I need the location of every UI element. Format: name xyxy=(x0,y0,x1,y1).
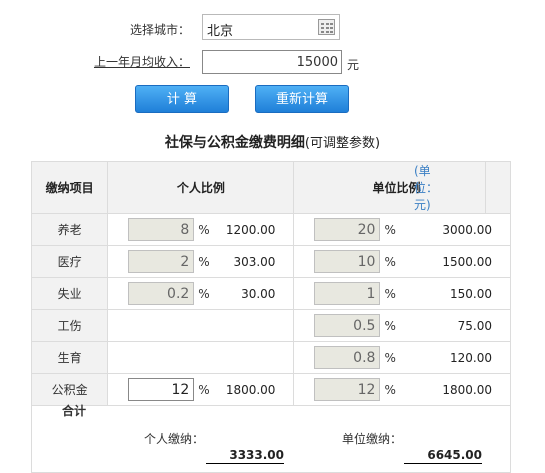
company-percent-sign: % xyxy=(384,383,396,397)
company-amount: 1800.00 xyxy=(442,383,492,397)
table-title-sub: (可调整参数) xyxy=(304,136,381,151)
company-ratio-input: 1 xyxy=(314,282,381,305)
table-row: 生育 0.8% 120.00 xyxy=(30,341,511,374)
personal-total-value: 3333.00 xyxy=(206,448,284,464)
row-item-label: 养老 xyxy=(30,213,109,246)
table-row: 工伤 0.5% 75.00 xyxy=(30,309,511,342)
company-percent-sign: % xyxy=(384,319,396,333)
personal-percent-sign: % xyxy=(198,383,210,397)
row-item-label: 工伤 xyxy=(30,309,109,342)
company-amount: 120.00 xyxy=(450,351,492,365)
personal-amount: 30.00 xyxy=(241,287,276,301)
company-amount: 1500.00 xyxy=(442,255,492,269)
table-title-main: 社保与公积金缴费明细 xyxy=(164,135,305,151)
company-total-label: 单位缴纳： xyxy=(342,432,403,446)
company-ratio-input: 0.5 xyxy=(314,314,381,337)
company-ratio-input: 10 xyxy=(314,250,381,273)
company-amount: 3000.00 xyxy=(442,223,492,237)
personal-amount: 1800.00 xyxy=(225,383,276,397)
company-percent-sign: % xyxy=(384,255,396,269)
header-company: 单位比例 xyxy=(293,161,486,214)
personal-percent-sign: % xyxy=(198,255,210,269)
personal-ratio-input: 0.2 xyxy=(128,282,195,305)
contribution-table: 缴纳项目 个人比例 单位比例 (单位：元) 养老 8% 1200.00 20% 3000… xyxy=(30,161,512,473)
company-amount: 150.00 xyxy=(450,287,492,301)
header-personal: 个人比例 xyxy=(107,161,295,214)
personal-ratio-input: 8 xyxy=(128,218,195,241)
total-row: 合计 个人缴纳： 3333.00 单位缴纳： 6645.00 xyxy=(31,404,511,473)
personal-empty-cell xyxy=(107,341,295,374)
personal-ratio-input[interactable]: 12 xyxy=(128,378,195,401)
total-label: 合计 xyxy=(62,404,87,418)
row-item-label: 公积金 xyxy=(30,373,109,406)
income-label: 上一年月均收入： xyxy=(93,55,190,69)
company-amount: 75.00 xyxy=(457,319,492,333)
company-ratio-input: 0.8 xyxy=(314,346,381,369)
row-item-label: 失业 xyxy=(30,277,109,310)
personal-empty-cell xyxy=(107,309,295,342)
city-label: 选择城市： xyxy=(129,23,190,37)
personal-percent-sign: % xyxy=(198,223,210,237)
company-total-value: 6645.00 xyxy=(404,448,482,464)
city-select[interactable]: 北京 xyxy=(202,14,340,40)
personal-percent-sign: % xyxy=(198,287,210,301)
table-header-row: 缴纳项目 个人比例 单位比例 (单位：元) xyxy=(30,161,512,214)
company-percent-sign: % xyxy=(384,351,396,365)
company-percent-sign: % xyxy=(384,287,396,301)
row-item-label: 医疗 xyxy=(30,245,109,278)
table-row: 公积金 12% 1800.00 12% 1800.00 xyxy=(30,373,511,406)
personal-amount: 303.00 xyxy=(233,255,276,269)
recalculate-button[interactable]: 重新计算 xyxy=(255,85,349,113)
row-item-label: 生育 xyxy=(30,341,109,374)
city-value: 北京 xyxy=(207,24,234,39)
header-unit: (单位：元) xyxy=(414,161,512,214)
income-input[interactable]: 15000 xyxy=(202,50,342,74)
table-row: 养老 8% 1200.00 20% 3000.00 xyxy=(30,213,511,246)
company-ratio-input: 12 xyxy=(314,378,381,401)
header-item: 缴纳项目 xyxy=(30,161,109,214)
company-ratio-input: 20 xyxy=(314,218,381,241)
table-row: 失业 0.2% 30.00 1% 150.00 xyxy=(30,277,511,310)
personal-ratio-input: 2 xyxy=(128,250,195,273)
table-title: 社保与公积金缴费明细(可调整参数) xyxy=(0,132,545,152)
calendar-icon[interactable] xyxy=(318,19,335,35)
personal-total-label: 个人缴纳： xyxy=(144,432,205,446)
calculate-button[interactable]: 计 算 xyxy=(135,85,229,113)
table-row: 医疗 2% 303.00 10% 1500.00 xyxy=(30,245,511,278)
income-unit: 元 xyxy=(347,58,360,72)
company-percent-sign: % xyxy=(384,223,396,237)
personal-amount: 1200.00 xyxy=(225,223,276,237)
